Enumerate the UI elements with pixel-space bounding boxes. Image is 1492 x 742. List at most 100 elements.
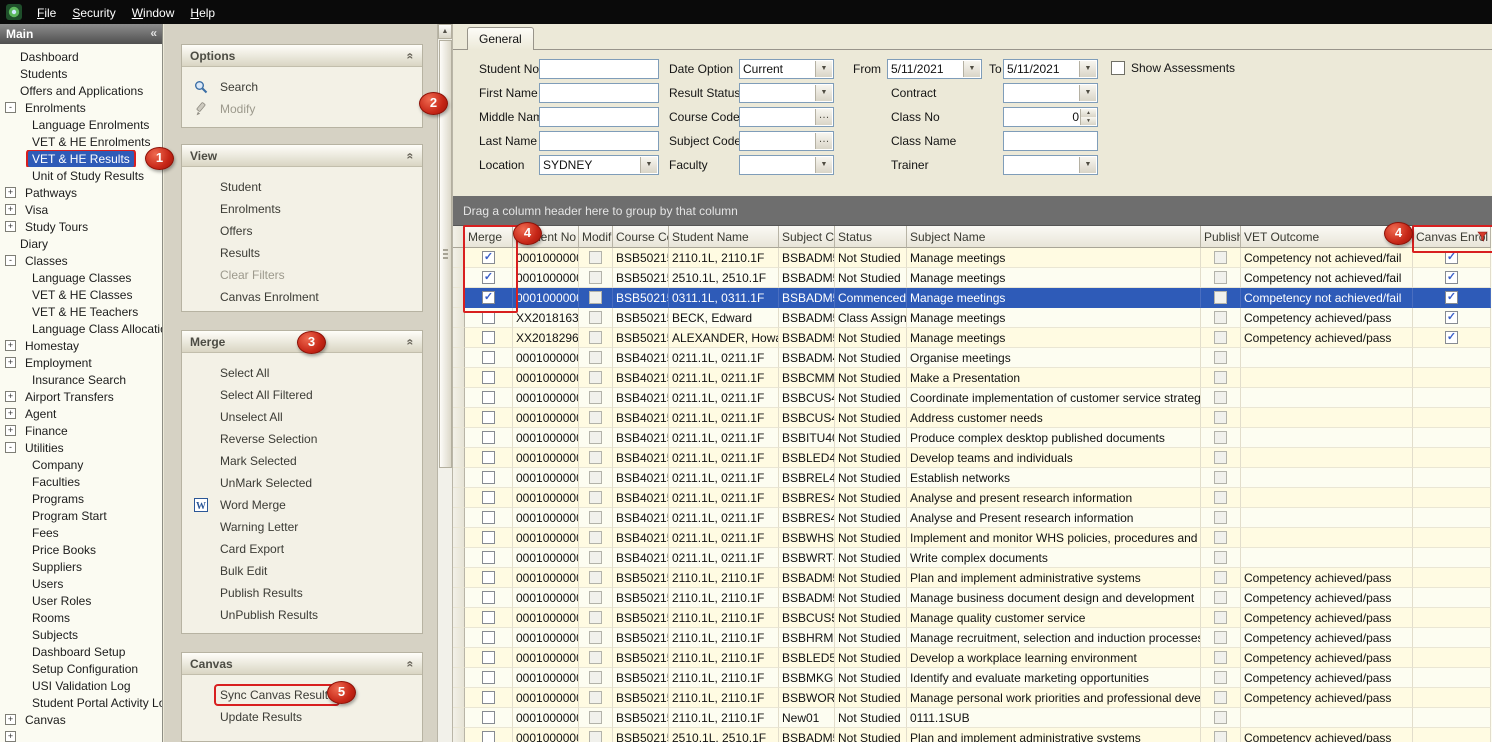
sidebar-item-users[interactable]: Users — [0, 575, 162, 592]
canvas-enrol-checkbox[interactable]: ✓ — [1445, 271, 1458, 284]
course-code-lookup[interactable]: … — [739, 107, 834, 127]
column-header-student-name[interactable]: Student Name — [669, 226, 779, 248]
column-header-subject-name[interactable]: Subject Name — [907, 226, 1201, 248]
sidebar-item-student-portal-activity-log[interactable]: Student Portal Activity Log — [0, 694, 162, 711]
group-by-bar[interactable]: Drag a column header here to group by th… — [453, 196, 1492, 226]
sidebar-item-dashboard-setup[interactable]: Dashboard Setup — [0, 643, 162, 660]
modified-checkbox[interactable] — [589, 651, 602, 664]
panel-item-unpublish-results[interactable]: UnPublish Results — [194, 604, 422, 626]
chevron-down-icon[interactable]: ▼ — [1079, 157, 1096, 173]
table-row[interactable]: 0001000000BSB502152110.1L, 2110.1FBSBADM… — [453, 588, 1492, 608]
modified-checkbox[interactable] — [589, 551, 602, 564]
expand-icon[interactable]: + — [5, 714, 16, 725]
column-header-publish[interactable]: Publish — [1201, 226, 1241, 248]
table-row[interactable]: XX2018163BSB50215BECK, EdwardBSBADM502Cl… — [453, 308, 1492, 328]
panel-item-offers[interactable]: Offers — [194, 220, 422, 242]
canvas-enrol-checkbox[interactable]: ✓ — [1445, 331, 1458, 344]
collapse-chevron-icon[interactable]: « — [404, 52, 418, 59]
publish-checkbox[interactable] — [1214, 731, 1227, 742]
modified-checkbox[interactable] — [589, 471, 602, 484]
modified-checkbox[interactable] — [589, 731, 602, 742]
merge-checkbox[interactable]: ✓ — [482, 251, 495, 264]
table-row[interactable]: 0001000000BSB402150211.1L, 0211.1FBSBCMM… — [453, 368, 1492, 388]
sidebar-item-vet-he-classes[interactable]: VET & HE Classes — [0, 286, 162, 303]
merge-checkbox[interactable] — [482, 591, 495, 604]
section-header-options[interactable]: Options« — [182, 45, 422, 67]
sidebar-item-students[interactable]: Students — [0, 65, 162, 82]
publish-checkbox[interactable] — [1214, 291, 1227, 304]
merge-checkbox[interactable] — [482, 551, 495, 564]
date-option-select[interactable]: Current ▼ — [739, 59, 834, 79]
merge-checkbox[interactable] — [482, 631, 495, 644]
modified-checkbox[interactable] — [589, 631, 602, 644]
panel-item-select-all[interactable]: Select All — [194, 362, 422, 384]
publish-checkbox[interactable] — [1214, 691, 1227, 704]
class-name-input[interactable] — [1003, 131, 1098, 151]
sidebar-item-fees[interactable]: Fees — [0, 524, 162, 541]
publish-checkbox[interactable] — [1214, 511, 1227, 524]
merge-checkbox[interactable] — [482, 711, 495, 724]
panel-item-results[interactable]: Results — [194, 242, 422, 264]
sidebar-item-rooms[interactable]: Rooms — [0, 609, 162, 626]
modified-checkbox[interactable] — [589, 611, 602, 624]
publish-checkbox[interactable] — [1214, 591, 1227, 604]
modified-checkbox[interactable] — [589, 571, 602, 584]
sidebar-item-classes[interactable]: -Classes — [0, 252, 162, 269]
publish-checkbox[interactable] — [1214, 471, 1227, 484]
sidebar-item-enrolments[interactable]: -Enrolments — [0, 99, 162, 116]
publish-checkbox[interactable] — [1214, 671, 1227, 684]
sidebar-item-user-roles[interactable]: User Roles — [0, 592, 162, 609]
chevron-down-icon[interactable]: ▼ — [1079, 61, 1096, 77]
panel-scrollbar[interactable]: ▲ — [437, 24, 452, 742]
merge-checkbox[interactable] — [482, 351, 495, 364]
merge-checkbox[interactable] — [482, 411, 495, 424]
modified-checkbox[interactable] — [589, 511, 602, 524]
table-row[interactable]: ✓0001000000BSB502150311.1L, 0311.1FBSBAD… — [453, 288, 1492, 308]
collapse-chevron-icon[interactable]: « — [404, 660, 418, 667]
chevron-down-icon[interactable]: ▼ — [815, 85, 832, 101]
column-header-subject-code[interactable]: Subject Code — [779, 226, 835, 248]
publish-checkbox[interactable] — [1214, 271, 1227, 284]
sidebar-item-vet-he-results[interactable]: VET & HE Results — [0, 150, 162, 167]
sidebar-item-unit-of-study-results[interactable]: Unit of Study Results — [0, 167, 162, 184]
merge-checkbox[interactable] — [482, 611, 495, 624]
sidebar-item-suppliers[interactable]: Suppliers — [0, 558, 162, 575]
table-row[interactable]: 0001000000BSB402150211.1L, 0211.1FBSBRES… — [453, 488, 1492, 508]
sidebar-item-usi-validation-log[interactable]: USI Validation Log — [0, 677, 162, 694]
menu-item-window[interactable]: Window — [124, 2, 183, 23]
expand-icon[interactable]: + — [5, 221, 16, 232]
location-select[interactable]: SYDNEY ▼ — [539, 155, 659, 175]
sidebar-item-price-books[interactable]: Price Books — [0, 541, 162, 558]
ellipsis-button[interactable]: … — [815, 109, 832, 125]
merge-checkbox[interactable] — [482, 731, 495, 742]
publish-checkbox[interactable] — [1214, 531, 1227, 544]
modified-checkbox[interactable] — [589, 491, 602, 504]
publish-checkbox[interactable] — [1214, 331, 1227, 344]
modified-checkbox[interactable] — [589, 271, 602, 284]
sidebar-item-programs[interactable]: Programs — [0, 490, 162, 507]
publish-checkbox[interactable] — [1214, 431, 1227, 444]
table-row[interactable]: ✓0001000000BSB502152110.1L, 2110.1FBSBAD… — [453, 248, 1492, 268]
table-row[interactable]: 0001000000BSB402150211.1L, 0211.1FBSBITU… — [453, 428, 1492, 448]
column-header-merge[interactable]: Merge — [465, 226, 513, 248]
merge-checkbox[interactable] — [482, 691, 495, 704]
chevron-down-icon[interactable]: ▼ — [963, 61, 980, 77]
table-row[interactable]: ✓0001000000BSB502152510.1L, 2510.1FBSBAD… — [453, 268, 1492, 288]
publish-checkbox[interactable] — [1214, 251, 1227, 264]
publish-checkbox[interactable] — [1214, 411, 1227, 424]
publish-checkbox[interactable] — [1214, 451, 1227, 464]
merge-checkbox[interactable] — [482, 491, 495, 504]
sidebar-item-language-enrolments[interactable]: Language Enrolments — [0, 116, 162, 133]
panel-item-unmark-selected[interactable]: UnMark Selected — [194, 472, 422, 494]
expand-icon[interactable]: + — [5, 425, 16, 436]
table-row[interactable]: 0001000000BSB402150211.1L, 0211.1FBSBCUS… — [453, 388, 1492, 408]
merge-checkbox[interactable] — [482, 371, 495, 384]
sidebar-item-homestay[interactable]: +Homestay — [0, 337, 162, 354]
table-row[interactable]: 0001000000BSB402150211.1L, 0211.1FBSBWHS… — [453, 528, 1492, 548]
table-row[interactable]: 0001000000BSB402150211.1L, 0211.1FBSBREL… — [453, 468, 1492, 488]
table-row[interactable]: 0001000000BSB402150211.1L, 0211.1FBSBWRT… — [453, 548, 1492, 568]
modified-checkbox[interactable] — [589, 411, 602, 424]
table-row[interactable]: 0001000000BSB502152110.1L, 2110.1FBSBLED… — [453, 648, 1492, 668]
table-row[interactable]: XX2018296BSB50215ALEXANDER, HowardBSBADM… — [453, 328, 1492, 348]
modified-checkbox[interactable] — [589, 371, 602, 384]
